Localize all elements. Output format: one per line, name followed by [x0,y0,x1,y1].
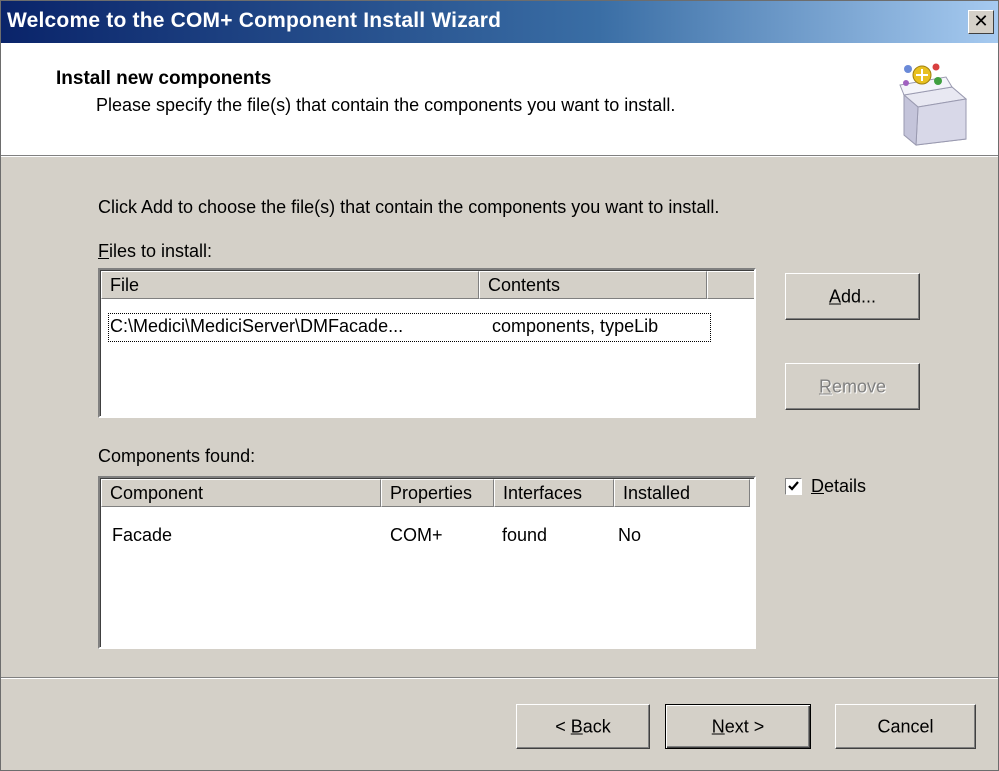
close-icon: ✕ [973,11,989,32]
files-col-file[interactable]: File [101,271,479,299]
component-interfaces-cell: found [502,525,548,545]
file-path-cell: C:\Medici\MediciServer\DMFacade... [110,316,404,336]
component-installed-cell: No [618,525,642,545]
package-icon [899,63,968,147]
intro-text: Click Add to choose the file(s) that con… [98,197,720,217]
close-button[interactable]: ✕ [968,10,994,34]
back-button[interactable]: < Back [516,704,650,749]
files-label: Files to install: [98,241,213,261]
comp-col-interfaces[interactable]: Interfaces [494,479,614,507]
header-title: Install new components [56,68,272,89]
title-bar: Welcome to the COM+ Component Install Wi… [1,1,998,43]
details-checkbox[interactable] [785,478,802,495]
files-col-spacer [707,271,754,299]
comp-col-installed[interactable]: Installed [614,479,750,507]
checkmark-icon [788,481,799,491]
files-listview[interactable]: File Contents C:\Medici\MediciServer\DMF… [98,268,756,418]
cancel-label: Cancel [877,716,934,736]
footer-separator [1,677,998,679]
header-separator [1,155,998,157]
files-col-contents[interactable]: Contents [479,271,707,299]
window-title: Welcome to the COM+ Component Install Wi… [7,9,502,32]
comp-col-component[interactable]: Component [101,479,381,507]
add-button[interactable]: Add... [785,273,920,320]
details-label[interactable]: Details [811,476,866,497]
header-subtitle: Please specify the file(s) that contain … [96,95,676,115]
component-properties-cell: COM+ [390,525,443,545]
wizard-window: Welcome to the COM+ Component Install Wi… [0,0,999,771]
remove-button[interactable]: Remove [785,363,920,410]
comp-col-properties[interactable]: Properties [381,479,494,507]
components-listview[interactable]: Component Properties Interfaces Installe… [98,476,756,649]
file-contents-cell: components, typeLib [492,316,659,336]
cancel-button[interactable]: Cancel [835,704,976,749]
components-label: Components found: [98,446,256,466]
component-name-cell: Facade [112,525,173,545]
next-button[interactable]: Next > [665,704,811,749]
wizard-header: Install new components Please specify th… [1,43,998,155]
